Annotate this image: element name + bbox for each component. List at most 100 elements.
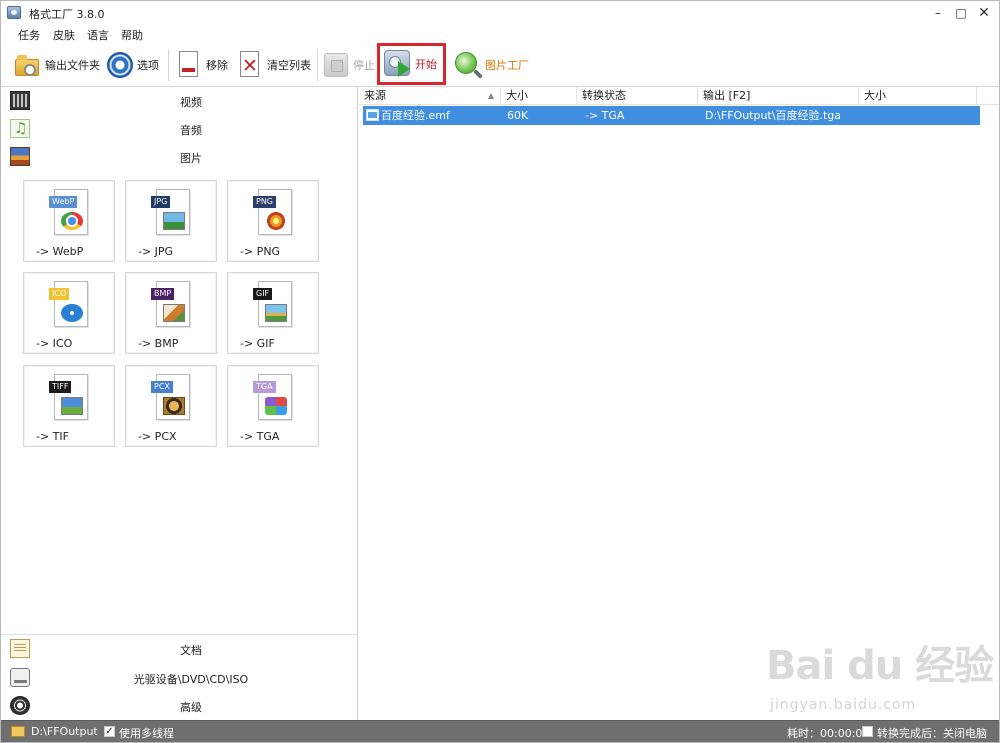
remove-label: 移除 bbox=[206, 59, 228, 72]
file-page-icon: JPG bbox=[151, 189, 190, 235]
file-page-icon: PCX bbox=[151, 374, 190, 420]
menu-bar: 任务 皮肤 语言 帮助 bbox=[1, 25, 999, 43]
list-header: 来源 ▲ 大小 转换状态 输出 [F2] 大小 bbox=[359, 87, 999, 105]
column-output-size[interactable]: 大小 bbox=[859, 87, 977, 105]
folder-icon[interactable] bbox=[11, 726, 25, 737]
status-bar: D:\FFOutput ✓ 使用多线程 耗时：00:00:01 转换完成后：关闭… bbox=[1, 720, 999, 742]
menu-language[interactable]: 语言 bbox=[87, 27, 109, 43]
column-size[interactable]: 大小 bbox=[501, 87, 577, 105]
options-button[interactable]: 选项 bbox=[105, 47, 159, 83]
column-status[interactable]: 转换状态 bbox=[577, 87, 698, 105]
file-page-icon: PNG bbox=[253, 189, 292, 235]
options-label: 选项 bbox=[137, 59, 159, 72]
task-list: 来源 ▲ 大小 转换状态 输出 [F2] 大小 百度经验.emf 60K -> … bbox=[359, 87, 999, 720]
format-tile-gif[interactable]: GIF -> GIF bbox=[227, 272, 319, 354]
remove-doc-icon bbox=[174, 50, 204, 80]
row-output: D:\FFOutput\百度经验.tga bbox=[705, 109, 841, 122]
info-icon bbox=[61, 304, 83, 322]
output-folder-button[interactable]: 输出文件夹 bbox=[13, 47, 100, 83]
format-tile-tif[interactable]: TIFF -> TIF bbox=[23, 365, 115, 447]
format-tag: WebP bbox=[49, 196, 78, 208]
table-row[interactable]: 百度经验.emf 60K -> TGA D:\FFOutput\百度经验.tga bbox=[363, 106, 980, 125]
column-source-label: 来源 bbox=[364, 89, 386, 102]
app-window: 格式工厂 3.8.0 – □ ✕ 任务 皮肤 语言 帮助 输出文件夹 选项 移除… bbox=[0, 0, 1000, 743]
menu-skin[interactable]: 皮肤 bbox=[53, 27, 75, 43]
gear-icon bbox=[105, 50, 135, 80]
format-tile-bmp[interactable]: BMP -> BMP bbox=[125, 272, 217, 354]
file-page-icon: TGA bbox=[253, 374, 292, 420]
format-label: -> PNG bbox=[240, 245, 281, 258]
category-document-label: 文档 bbox=[180, 644, 202, 657]
category-image-label: 图片 bbox=[180, 152, 202, 165]
format-tag: ICO bbox=[49, 288, 70, 300]
start-label: 开始 bbox=[415, 58, 437, 71]
picture-factory-label: 图片工厂 bbox=[485, 59, 529, 72]
format-tile-webp[interactable]: WebP -> WebP bbox=[23, 180, 115, 262]
format-tile-tga[interactable]: TGA -> TGA bbox=[227, 365, 319, 447]
output-path[interactable]: D:\FFOutput bbox=[31, 725, 98, 738]
output-folder-label: 输出文件夹 bbox=[45, 59, 100, 72]
category-audio-label: 音频 bbox=[180, 124, 202, 137]
file-page-icon: WebP bbox=[49, 189, 88, 235]
category-audio[interactable]: 音频 bbox=[1, 115, 357, 143]
format-tile-pcx[interactable]: PCX -> PCX bbox=[125, 365, 217, 447]
folder-icon bbox=[13, 50, 43, 80]
row-size: 60K bbox=[507, 109, 529, 122]
watermark-url: jingyan.baidu.com bbox=[770, 697, 917, 713]
toolbar: 输出文件夹 选项 移除 清空列表 停止 开始 图片工厂 bbox=[1, 43, 999, 87]
toolbar-divider bbox=[168, 49, 169, 81]
format-tile-ico[interactable]: ICO -> ICO bbox=[23, 272, 115, 354]
paint-icon bbox=[163, 304, 185, 322]
file-page-icon: GIF bbox=[253, 281, 292, 327]
stop-label: 停止 bbox=[353, 59, 375, 72]
category-video-label: 视频 bbox=[180, 96, 202, 109]
start-button[interactable]: 开始 bbox=[377, 43, 446, 85]
column-source[interactable]: 来源 ▲ bbox=[359, 87, 501, 105]
file-page-icon: BMP bbox=[151, 281, 190, 327]
row-status: -> TGA bbox=[585, 109, 625, 122]
close-button[interactable]: ✕ bbox=[971, 3, 997, 23]
sort-up-icon: ▲ bbox=[487, 91, 494, 100]
bottom-categories: 文档 光驱设备\DVD\CD\ISO 高级 bbox=[1, 634, 357, 715]
title-bar: 格式工厂 3.8.0 – □ ✕ bbox=[1, 1, 999, 25]
format-label: -> PCX bbox=[138, 430, 177, 443]
clear-list-icon bbox=[235, 50, 265, 80]
format-tag: GIF bbox=[253, 288, 273, 300]
format-label: -> JPG bbox=[138, 245, 174, 258]
format-tag: PNG bbox=[253, 196, 277, 208]
shutdown-checkbox[interactable] bbox=[862, 726, 873, 737]
format-label: -> WebP bbox=[36, 245, 84, 258]
multithread-checkbox[interactable]: ✓ bbox=[104, 726, 115, 737]
format-tag: PCX bbox=[151, 381, 173, 393]
stop-button[interactable]: 停止 bbox=[321, 47, 375, 83]
category-video[interactable]: 视频 bbox=[1, 87, 357, 115]
category-panel: 视频 音频 图片 WebP -> WebP JPG -> JPG bbox=[1, 87, 358, 720]
menu-task[interactable]: 任务 bbox=[18, 27, 40, 43]
picture-factory-button[interactable]: 图片工厂 bbox=[453, 47, 529, 83]
watermark-logo: Bai du 经验 bbox=[766, 643, 994, 689]
baidu-jingyan-watermark: Bai du 经验 jingyan.baidu.com bbox=[766, 633, 994, 723]
column-output[interactable]: 输出 [F2] bbox=[698, 87, 859, 105]
category-image[interactable]: 图片 bbox=[1, 143, 357, 171]
row-source: 百度经验.emf bbox=[381, 109, 450, 122]
format-tag: TGA bbox=[253, 381, 276, 393]
format-tag: TIFF bbox=[49, 381, 72, 393]
cubes-icon bbox=[265, 397, 287, 415]
format-factory-icon bbox=[7, 6, 21, 19]
format-tag: BMP bbox=[151, 288, 175, 300]
flower-icon bbox=[265, 212, 287, 230]
toolbar-divider bbox=[317, 49, 318, 81]
landscape-icon bbox=[163, 212, 185, 230]
category-document[interactable]: 文档 bbox=[1, 635, 357, 663]
remove-button[interactable]: 移除 bbox=[174, 47, 228, 83]
clear-list-button[interactable]: 清空列表 bbox=[235, 47, 311, 83]
menu-help[interactable]: 帮助 bbox=[121, 27, 143, 43]
file-page-icon: ICO bbox=[49, 281, 88, 327]
file-page-icon: TIFF bbox=[49, 374, 88, 420]
format-tile-jpg[interactable]: JPG -> JPG bbox=[125, 180, 217, 262]
image-file-icon bbox=[366, 109, 379, 121]
category-advanced[interactable]: 高级 bbox=[1, 692, 357, 720]
format-tile-png[interactable]: PNG -> PNG bbox=[227, 180, 319, 262]
category-disc[interactable]: 光驱设备\DVD\CD\ISO bbox=[1, 664, 357, 692]
start-icon bbox=[383, 49, 413, 79]
